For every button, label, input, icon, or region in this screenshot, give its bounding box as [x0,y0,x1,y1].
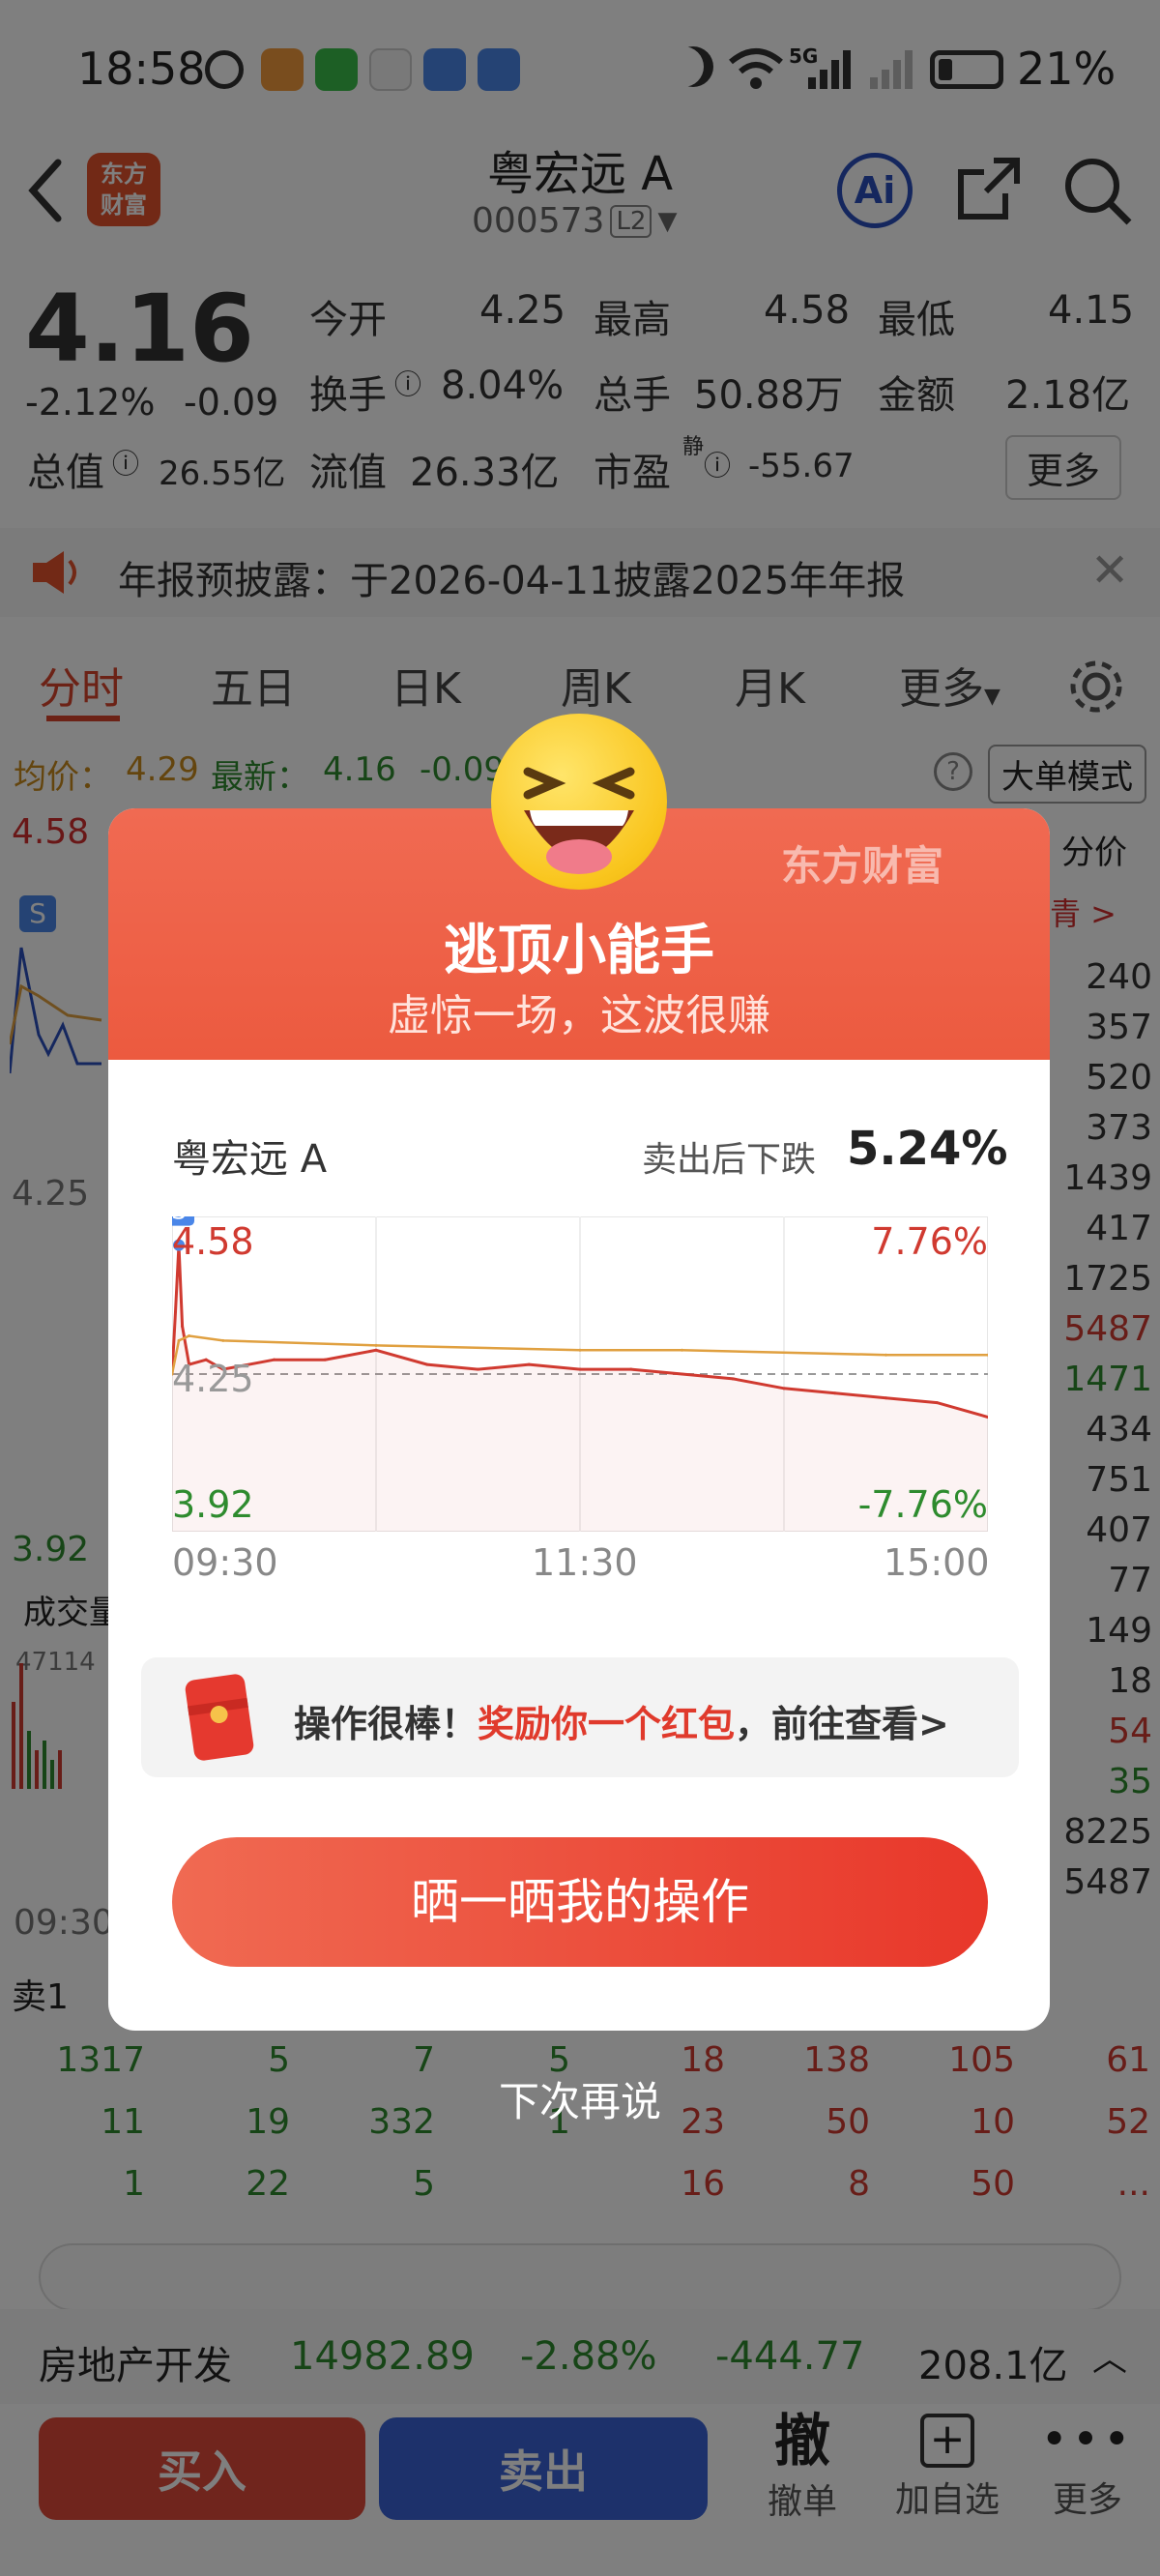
price-point [273,1358,276,1361]
chart-label-top: 4.58 [172,1220,254,1263]
price-point [629,1367,633,1371]
dialog-stock-name: 粤宏远 A [172,1137,328,1182]
price-point [782,1387,786,1390]
price-point [323,1358,327,1361]
laughing-emoji-icon [491,714,667,890]
drop-value: 5.24% [847,1122,1008,1176]
price-point [477,1367,479,1371]
price-point [731,1377,735,1381]
chart-label-top-pct: 7.76% [871,1220,988,1263]
price-point [578,1367,582,1371]
dismiss-link[interactable]: 下次再说 [0,2069,1160,2128]
price-point [527,1362,531,1366]
brand-watermark: 东方财富 [781,842,944,890]
x-tick-start: 09:30 [172,1541,278,1584]
reward-text: 操作很棒！奖励你一个红包，前往查看> [294,1694,949,1747]
stock-detail-page: 18:58 5G 21% 东方财富 粤宏远 A 000573 L2 ▼ Ai 4… [0,0,1160,2576]
price-point [935,1401,939,1405]
price-point [833,1391,837,1395]
reward-prefix: 操作很棒！ [294,1703,478,1745]
x-tick-end: 15:00 [884,1541,990,1584]
chart-label-mid: 4.25 [172,1358,254,1400]
mini-chart: S 4.58 4.25 3.92 7.76% -7.76% [172,1216,988,1532]
drop-label: 卖出后下跌 [642,1140,817,1180]
price-point [174,1310,178,1314]
avg-price-point [884,1353,887,1357]
price-point [374,1348,378,1352]
reward-highlight: 奖励你一个红包 [478,1703,736,1745]
avg-price-point [374,1343,378,1347]
avg-price-point [221,1338,225,1342]
avg-price-point [177,1338,181,1342]
dialog-title: 逃顶小能手 [444,920,714,982]
reward-banner[interactable]: 操作很棒！奖励你一个红包，前往查看> [141,1657,1019,1777]
achievement-dialog: 东方财富 逃顶小能手 虚惊一场，这波很赚 粤宏远 A 卖出后下跌 5.24% S… [108,808,1050,2031]
avg-price-point [681,1348,683,1352]
price-point [181,1325,185,1329]
chart-label-bottom-pct: -7.76% [857,1483,988,1526]
red-envelope-icon [184,1673,255,1762]
chart-label-bottom: 3.92 [172,1483,254,1526]
dialog-subtitle: 虚惊一场，这波很赚 [388,991,770,1040]
price-point [425,1362,429,1366]
share-operation-button[interactable]: 晒一晒我的操作 [172,1837,988,1967]
avg-price-point [188,1333,191,1337]
avg-price-point [578,1348,582,1352]
price-point [681,1372,683,1376]
price-point [884,1396,887,1400]
reward-suffix: ，前往查看> [735,1703,949,1745]
x-tick-mid: 11:30 [532,1541,638,1584]
